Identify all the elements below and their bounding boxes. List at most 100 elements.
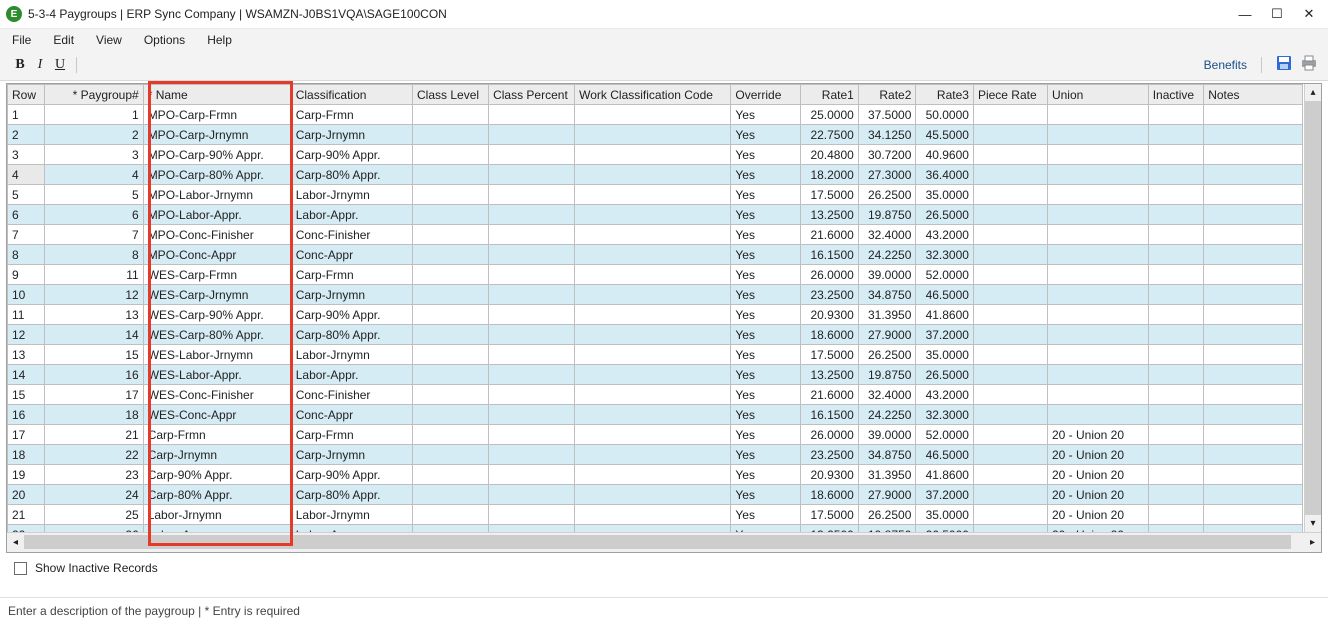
cell-rate3[interactable]: 50.0000 — [916, 105, 974, 125]
cell-row[interactable]: 8 — [8, 245, 45, 265]
cell-class-level[interactable] — [413, 285, 489, 305]
cell-name[interactable]: Labor-Jrnymn — [143, 505, 291, 525]
table-row[interactable]: 1214WES-Carp-80% Appr.Carp-80% Appr.Yes1… — [8, 325, 1303, 345]
cell-piece-rate[interactable] — [973, 405, 1047, 425]
cell-notes[interactable] — [1204, 105, 1303, 125]
cell-classification[interactable]: Carp-Jrnymn — [291, 445, 412, 465]
cell-classification[interactable]: Labor-Jrnymn — [291, 345, 412, 365]
cell-wcc[interactable] — [575, 145, 731, 165]
cell-class-level[interactable] — [413, 305, 489, 325]
cell-union[interactable]: 20 - Union 20 — [1047, 485, 1148, 505]
cell-notes[interactable] — [1204, 285, 1303, 305]
cell-notes[interactable] — [1204, 185, 1303, 205]
cell-union[interactable]: 20 - Union 20 — [1047, 425, 1148, 445]
cell-notes[interactable] — [1204, 205, 1303, 225]
cell-classification[interactable]: Carp-80% Appr. — [291, 325, 412, 345]
cell-override[interactable]: Yes — [731, 105, 801, 125]
cell-name[interactable]: WES-Carp-Jrnymn — [143, 285, 291, 305]
cell-wcc[interactable] — [575, 465, 731, 485]
cell-union[interactable] — [1047, 105, 1148, 125]
menu-file[interactable]: File — [12, 33, 31, 47]
cell-rate2[interactable]: 19.8750 — [858, 365, 916, 385]
table-row[interactable]: 1721Carp-FrmnCarp-FrmnYes26.000039.00005… — [8, 425, 1303, 445]
cell-classification[interactable]: Carp-Frmn — [291, 265, 412, 285]
cell-paygroup[interactable]: 25 — [45, 505, 144, 525]
cell-override[interactable]: Yes — [731, 265, 801, 285]
cell-class-level[interactable] — [413, 205, 489, 225]
cell-piece-rate[interactable] — [973, 145, 1047, 165]
table-row[interactable]: 88MPO-Conc-ApprConc-ApprYes16.150024.225… — [8, 245, 1303, 265]
cell-rate1[interactable]: 17.5000 — [801, 345, 859, 365]
cell-class-percent[interactable] — [489, 305, 575, 325]
cell-class-level[interactable] — [413, 465, 489, 485]
col-rate3[interactable]: Rate3 — [916, 85, 974, 105]
cell-row[interactable]: 7 — [8, 225, 45, 245]
cell-piece-rate[interactable] — [973, 385, 1047, 405]
cell-row[interactable]: 17 — [8, 425, 45, 445]
cell-name[interactable]: MPO-Conc-Finisher — [143, 225, 291, 245]
minimize-button[interactable]: — — [1238, 7, 1252, 21]
cell-union[interactable] — [1047, 305, 1148, 325]
table-row[interactable]: 66MPO-Labor-Appr.Labor-Appr.Yes13.250019… — [8, 205, 1303, 225]
cell-union[interactable]: 20 - Union 20 — [1047, 445, 1148, 465]
cell-paygroup[interactable]: 3 — [45, 145, 144, 165]
table-row[interactable]: 1822Carp-JrnymnCarp-JrnymnYes23.250034.8… — [8, 445, 1303, 465]
cell-rate2[interactable]: 34.1250 — [858, 125, 916, 145]
cell-name[interactable]: Carp-80% Appr. — [143, 485, 291, 505]
cell-wcc[interactable] — [575, 345, 731, 365]
scroll-down-icon[interactable]: ▾ — [1305, 515, 1321, 532]
underline-button[interactable]: U — [50, 56, 70, 74]
cell-union[interactable] — [1047, 225, 1148, 245]
cell-inactive[interactable] — [1148, 445, 1204, 465]
cell-override[interactable]: Yes — [731, 305, 801, 325]
cell-inactive[interactable] — [1148, 145, 1204, 165]
cell-rate1[interactable]: 17.5000 — [801, 505, 859, 525]
cell-override[interactable]: Yes — [731, 445, 801, 465]
cell-union[interactable] — [1047, 185, 1148, 205]
cell-piece-rate[interactable] — [973, 105, 1047, 125]
cell-override[interactable]: Yes — [731, 185, 801, 205]
cell-rate3[interactable]: 43.2000 — [916, 385, 974, 405]
col-work-classification-code[interactable]: Work Classification Code — [575, 85, 731, 105]
cell-union[interactable] — [1047, 245, 1148, 265]
cell-row[interactable]: 12 — [8, 325, 45, 345]
cell-override[interactable]: Yes — [731, 325, 801, 345]
cell-paygroup[interactable]: 13 — [45, 305, 144, 325]
cell-piece-rate[interactable] — [973, 125, 1047, 145]
table-row[interactable]: 77MPO-Conc-FinisherConc-FinisherYes21.60… — [8, 225, 1303, 245]
italic-button[interactable]: I — [30, 56, 50, 74]
cell-rate3[interactable]: 26.5000 — [916, 365, 974, 385]
col-row[interactable]: Row — [8, 85, 45, 105]
cell-class-level[interactable] — [413, 165, 489, 185]
cell-union[interactable] — [1047, 145, 1148, 165]
cell-wcc[interactable] — [575, 105, 731, 125]
cell-wcc[interactable] — [575, 285, 731, 305]
table-row[interactable]: 911WES-Carp-FrmnCarp-FrmnYes26.000039.00… — [8, 265, 1303, 285]
cell-wcc[interactable] — [575, 405, 731, 425]
cell-inactive[interactable] — [1148, 405, 1204, 425]
cell-paygroup[interactable]: 23 — [45, 465, 144, 485]
cell-row[interactable]: 11 — [8, 305, 45, 325]
show-inactive-checkbox[interactable] — [14, 562, 27, 575]
cell-wcc[interactable] — [575, 185, 731, 205]
cell-override[interactable]: Yes — [731, 205, 801, 225]
cell-override[interactable]: Yes — [731, 285, 801, 305]
cell-notes[interactable] — [1204, 225, 1303, 245]
cell-rate1[interactable]: 25.0000 — [801, 105, 859, 125]
cell-rate1[interactable]: 26.0000 — [801, 425, 859, 445]
cell-row[interactable]: 14 — [8, 365, 45, 385]
menu-options[interactable]: Options — [144, 33, 185, 47]
cell-rate3[interactable]: 37.2000 — [916, 485, 974, 505]
cell-class-percent[interactable] — [489, 225, 575, 245]
cell-rate1[interactable]: 17.5000 — [801, 185, 859, 205]
table-row[interactable]: 1113WES-Carp-90% Appr.Carp-90% Appr.Yes2… — [8, 305, 1303, 325]
cell-row[interactable]: 1 — [8, 105, 45, 125]
cell-rate1[interactable]: 20.9300 — [801, 465, 859, 485]
cell-override[interactable]: Yes — [731, 365, 801, 385]
col-classification[interactable]: Classification — [291, 85, 412, 105]
cell-rate3[interactable]: 36.4000 — [916, 165, 974, 185]
cell-rate2[interactable]: 34.8750 — [858, 285, 916, 305]
cell-rate1[interactable]: 18.6000 — [801, 325, 859, 345]
cell-paygroup[interactable]: 16 — [45, 365, 144, 385]
cell-rate3[interactable]: 40.9600 — [916, 145, 974, 165]
